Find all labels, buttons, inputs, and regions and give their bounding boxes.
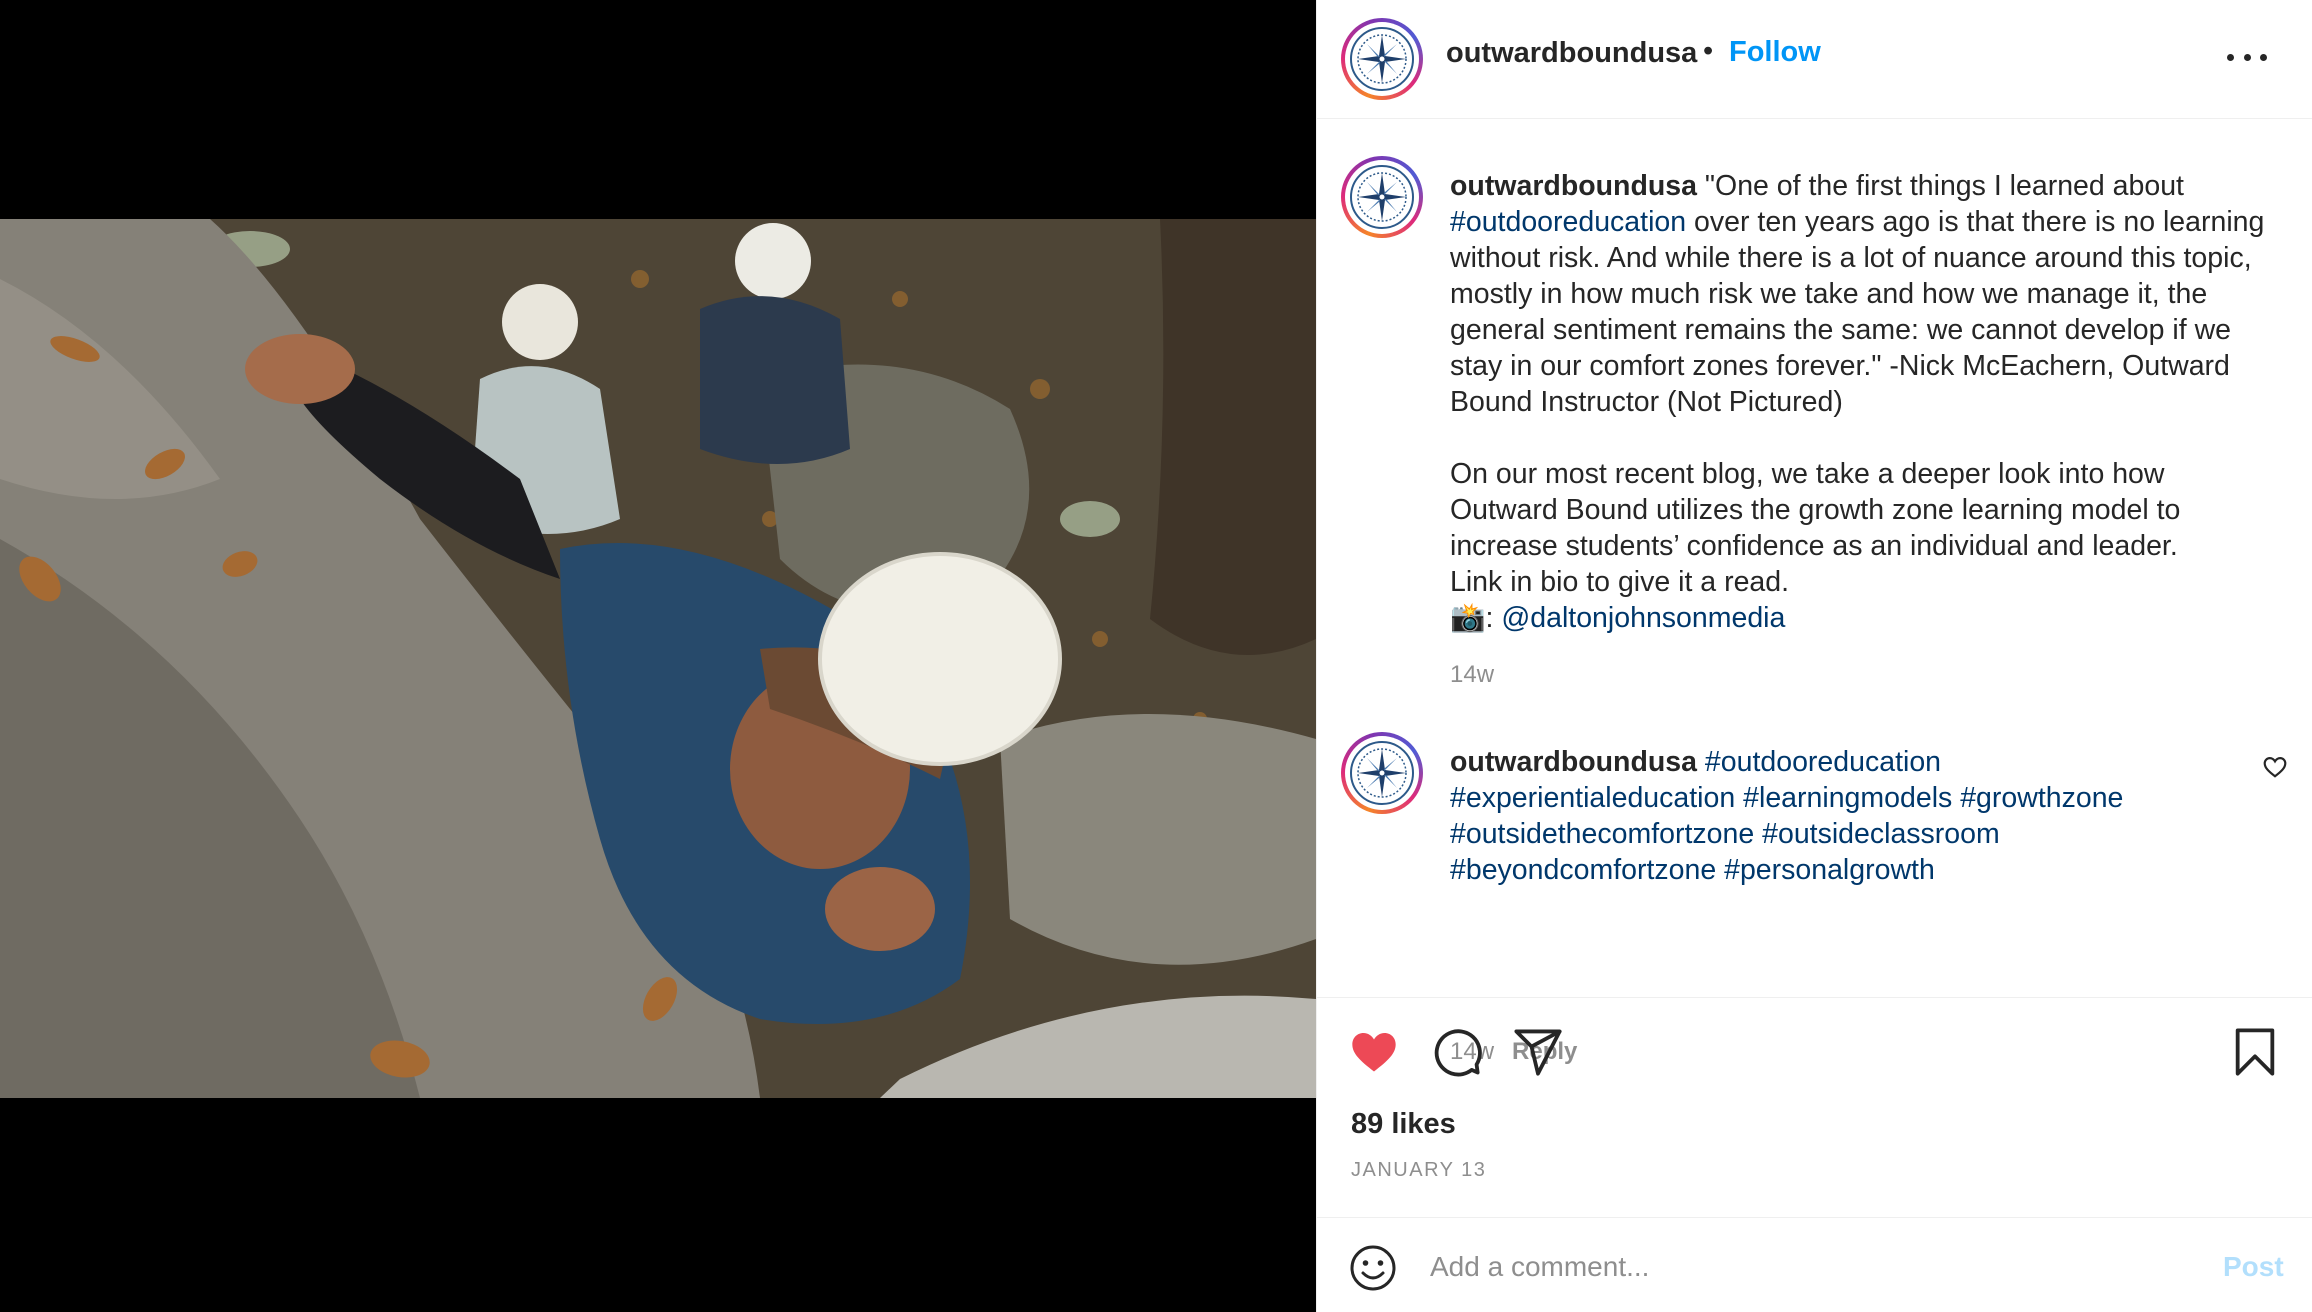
hashtag-link[interactable]: #outsidethecomfortzone <box>1450 818 1754 850</box>
avatar[interactable] <box>1341 156 1423 238</box>
emoji-smiley-icon[interactable] <box>1349 1244 1397 1292</box>
add-comment-bar: Post <box>1317 1217 2312 1312</box>
like-heart-icon[interactable] <box>1348 1026 1400 1078</box>
likes-count[interactable]: 89 likes <box>1351 1108 1456 1141</box>
compass-logo-icon <box>1350 165 1414 229</box>
hashtag-link[interactable]: #outsideclassroom <box>1762 818 2000 850</box>
hashtag-link[interactable]: #outdooreducation <box>1450 206 1686 238</box>
hashtag-link[interactable]: #personalgrowth <box>1724 854 1935 886</box>
save-bookmark-icon[interactable] <box>2229 1026 2281 1078</box>
caption-text-1: "One of the first things I learned about <box>1704 170 2184 202</box>
follow-button[interactable]: Follow <box>1729 36 1821 69</box>
avatar[interactable] <box>1341 18 1423 100</box>
more-horizontal-icon[interactable] <box>2227 42 2267 72</box>
post-actions: 89 likes JANUARY 13 <box>1317 997 2312 1217</box>
hashtag-link[interactable]: #outdooreducation <box>1705 746 1941 778</box>
post-header: outwardboundusa • Follow <box>1317 0 2312 119</box>
header-separator: • <box>1703 35 1714 67</box>
comments-list[interactable]: outwardboundusa "One of the first things… <box>1317 120 2312 1065</box>
hashtag-link[interactable]: #learningmodels <box>1743 782 1952 814</box>
avatar[interactable] <box>1341 732 1423 814</box>
comment-input[interactable] <box>1430 1242 2110 1292</box>
hashtag-link[interactable]: #experientialeducation <box>1450 782 1735 814</box>
hashtag-link[interactable]: #growthzone <box>1960 782 2123 814</box>
comment-like-heart-icon[interactable] <box>2262 754 2288 780</box>
header-username[interactable]: outwardboundusa <box>1446 37 1697 70</box>
post-media <box>0 0 1316 1312</box>
caption-text: outwardboundusa "One of the first things… <box>1450 168 2280 636</box>
post-date: JANUARY 13 <box>1351 1159 1487 1181</box>
post-button[interactable]: Post <box>2223 1251 2284 1283</box>
hashtag-link[interactable]: #beyondcomfortzone <box>1450 854 1716 886</box>
caption-username[interactable]: outwardboundusa <box>1450 170 1697 202</box>
photo-credit-handle[interactable]: @daltonjohnsonmedia <box>1501 602 1785 634</box>
comment-username[interactable]: outwardboundusa <box>1450 746 1697 778</box>
rock-climbing-photo[interactable] <box>0 219 1316 1098</box>
photo-credit-prefix: 📸: <box>1450 602 1502 634</box>
comment-bubble-icon[interactable] <box>1430 1026 1482 1078</box>
caption-paragraph-3: Link in bio to give it a read. <box>1450 566 1790 598</box>
comment-text: outwardboundusa #outdooreducation #exper… <box>1450 744 2280 888</box>
post-side-panel: outwardboundusa • Follow outwardboundusa… <box>1316 0 2312 1312</box>
caption-timestamp[interactable]: 14w <box>1450 661 1494 689</box>
compass-logo-icon <box>1350 27 1414 91</box>
compass-logo-icon <box>1350 741 1414 805</box>
share-paper-plane-icon[interactable] <box>1512 1026 1564 1078</box>
caption-paragraph-2: On our most recent blog, we take a deepe… <box>1450 458 2181 562</box>
